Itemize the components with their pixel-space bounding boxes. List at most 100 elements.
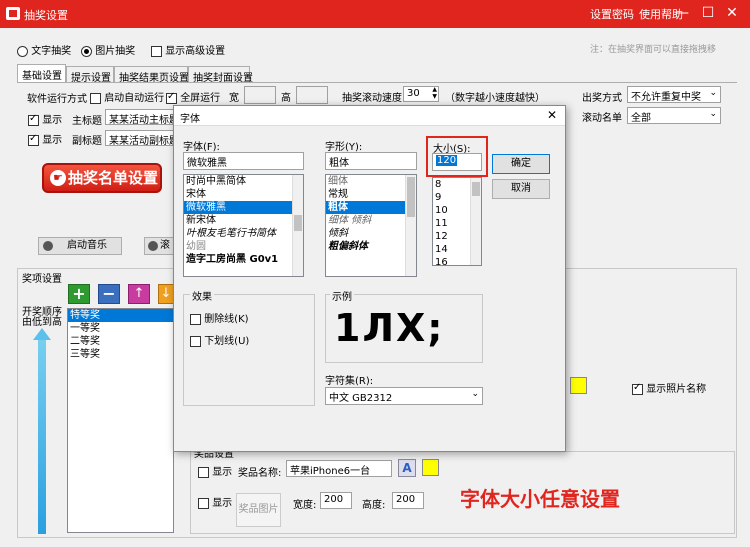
close-icon[interactable]: ✕ [547,108,557,122]
list-item[interactable]: 造字工房尚黑 G0v1 [184,253,303,266]
close-icon[interactable]: ✕ [720,2,744,24]
show-photo-name-checkbox[interactable] [632,382,643,395]
font-dialog-title: 字体 [180,114,200,125]
list-item[interactable]: 三等奖 [68,348,173,361]
font-icon[interactable]: A [398,459,416,477]
move-down-icon[interactable]: ↓ [158,284,174,304]
cancel-button[interactable]: 取消 [492,179,550,199]
font-list[interactable]: 时尚中黑简体 宋体 微软雅黑 新宋体 叶根友毛笔行书简体 幼圆 造字工房尚黑 G… [183,174,304,277]
auto-run-option[interactable]: 启动自动运行 [90,89,164,104]
auto-run-checkbox[interactable] [90,92,101,104]
list-item[interactable]: 微软雅黑 [184,201,303,214]
main-title-input[interactable]: 某某活动主标题 [105,109,175,125]
list-item[interactable]: 叶根友毛笔行书简体 [184,227,303,240]
prize-name-input[interactable]: 苹果iPhone6一台 [286,460,392,477]
font-input[interactable]: 微软雅黑 [183,152,304,170]
charset-value: 中文 GB2312 [329,393,393,404]
size-list-scrollbar[interactable] [470,178,481,265]
charset-select[interactable]: 中文 GB2312 ⌄ [325,387,483,405]
charset-label: 字符集(R): [325,376,374,387]
music2-button[interactable]: 滚 [144,237,174,255]
tab-result-page[interactable]: 抽奖结果页设置 [114,66,189,84]
prize-width-label: 宽度: [293,500,317,511]
award-mode-select[interactable]: 不允许重复中奖 ⌄ [627,86,721,103]
tab-tips[interactable]: 提示设置 [66,66,114,84]
show-main-title-option[interactable]: 显示 [28,111,62,126]
prize-list[interactable]: 特等奖 一等奖 二等奖 三等奖 [67,308,174,533]
show-label: 显示 [212,467,233,478]
scroll-speed-spinner[interactable]: 30 ▲ ▼ [403,86,439,102]
strike-checkbox[interactable] [190,313,201,325]
scroll-thumb[interactable] [407,177,415,217]
strike-option[interactable]: 删除线(K) [190,310,249,325]
scroll-thumb[interactable] [472,182,480,196]
list-item[interactable]: 二等奖 [68,335,173,348]
list-item[interactable]: 常规 [326,188,416,201]
show-advanced-checkbox[interactable] [151,45,162,57]
style-list-scrollbar[interactable] [405,175,416,276]
text-draw-radio[interactable] [17,45,28,57]
color-swatch[interactable] [422,459,439,476]
image-draw-radio[interactable] [81,45,92,57]
width-input[interactable] [244,86,276,104]
remove-prize-icon[interactable]: − [98,284,120,304]
list-item[interactable]: 倾斜 [326,227,416,240]
show-prize-image-option[interactable]: 显示 [198,494,232,509]
show-prize-name-option[interactable]: 显示 [198,463,232,478]
set-password-link[interactable]: 设置密码 [590,6,634,22]
show-advanced-option[interactable]: 显示高级设置 [151,42,225,57]
list-item[interactable]: 新宋体 [184,214,303,227]
ok-button[interactable]: 确定 [492,154,550,174]
style-label: 字形(Y): [325,142,363,153]
underline-checkbox[interactable] [190,335,201,347]
list-item[interactable]: 粗偏斜体 [326,240,416,253]
prize-height-input[interactable]: 200 [392,492,424,509]
show-label: 显示 [42,135,63,146]
show-prize-image-checkbox[interactable] [198,497,209,509]
list-item[interactable]: 一等奖 [68,322,173,335]
list-item[interactable]: 宋体 [184,188,303,201]
minimize-icon[interactable]: — [670,2,694,24]
spinner-arrows-icon[interactable]: ▲ ▼ [432,87,437,100]
image-draw-option[interactable]: 图片抽奖 [81,42,135,57]
tab-basic[interactable]: 基础设置 [17,64,66,83]
list-item[interactable]: 细体 倾斜 [326,214,416,227]
fullscreen-checkbox[interactable] [166,91,177,104]
music2-label: 滚 [160,240,170,251]
window-title: 抽奖设置 [24,9,68,22]
prize-width-input[interactable]: 200 [320,492,352,509]
add-prize-icon[interactable]: + [68,284,90,304]
list-item[interactable]: 细体 [326,175,416,188]
color-swatch[interactable] [570,377,587,394]
scroll-list-select[interactable]: 全部 ⌄ [627,107,721,124]
list-item[interactable]: 时尚中黑简体 [184,175,303,188]
list-item[interactable]: 幼圆 [184,240,303,253]
maximize-icon[interactable]: ☐ [696,2,720,24]
show-main-title-checkbox[interactable] [28,113,39,126]
sub-title-input[interactable]: 某某活动副标题 [105,130,175,146]
order-arrow-shaft [38,334,46,534]
text-draw-label: 文字抽奖 [31,46,72,57]
size-list[interactable]: 8 9 10 11 12 14 16 [432,177,482,266]
text-draw-option[interactable]: 文字抽奖 [17,42,71,57]
fullscreen-label: 全屏运行 [180,93,221,104]
show-prize-name-checkbox[interactable] [198,466,209,478]
move-up-icon[interactable]: ↑ [128,284,150,304]
style-list[interactable]: 细体 常规 粗体 细体 倾斜 倾斜 粗偏斜体 [325,174,417,277]
underline-option[interactable]: 下划线(U) [190,332,249,347]
scroll-thumb[interactable] [294,215,302,231]
tab-cover[interactable]: 抽奖封面设置 [188,66,253,84]
fullscreen-option[interactable]: 全屏运行 [166,89,220,104]
prize-image-button[interactable]: 奖品图片 [236,493,281,527]
show-sub-title-checkbox[interactable] [28,133,39,146]
list-item[interactable]: 粗体 [326,201,416,214]
show-sub-title-option[interactable]: 显示 [28,131,62,146]
font-list-scrollbar[interactable] [292,175,303,276]
height-input[interactable] [296,86,328,104]
size-input[interactable]: 120 [432,153,482,171]
list-item[interactable]: 特等奖 [68,309,173,322]
draw-list-button[interactable]: ☛ 抽奖名单设置 [42,163,162,193]
style-input[interactable]: 粗体 [325,152,417,170]
start-music-button[interactable]: 启动音乐 [38,237,122,255]
show-photo-name-option[interactable]: 显示照片名称 [632,380,706,395]
